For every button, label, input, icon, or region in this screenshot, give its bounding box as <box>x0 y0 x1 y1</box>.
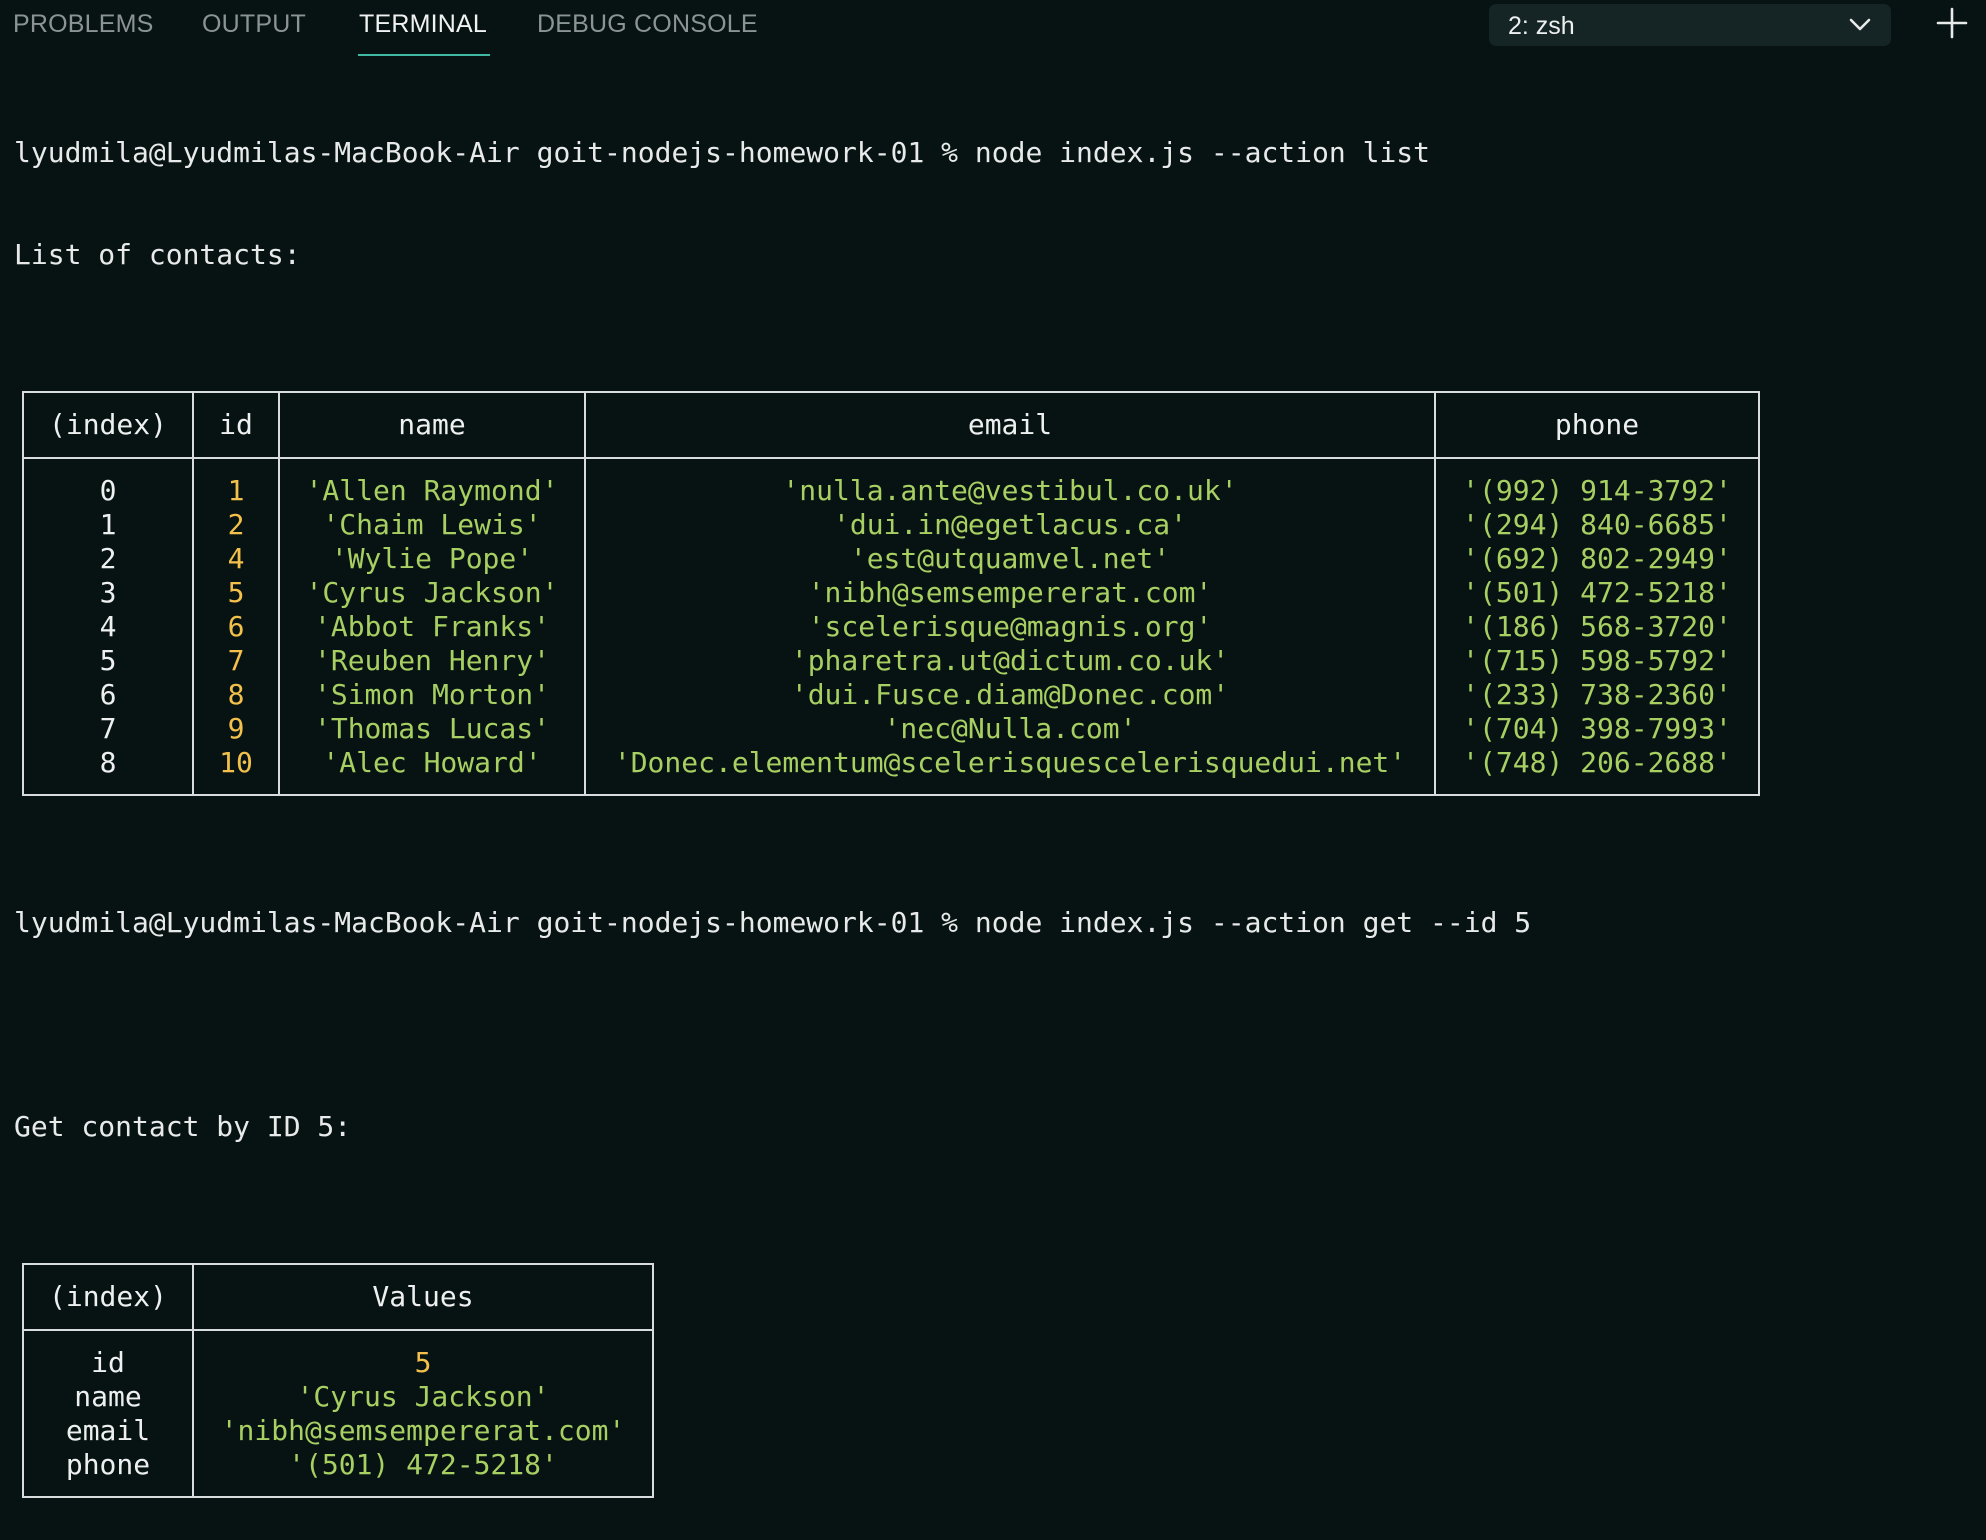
cell-id: 9 <box>192 712 280 746</box>
active-tab-indicator <box>358 54 490 56</box>
new-terminal-plus-icon[interactable] <box>1935 6 1969 40</box>
column-header: Values <box>192 1263 654 1331</box>
cell-phone: '(186) 568-3720' <box>1434 610 1760 644</box>
table-header-row: (index) Values <box>22 1263 654 1331</box>
cell-name: 'Simon Morton' <box>278 678 586 712</box>
column-header: email <box>584 391 1436 459</box>
column-header: phone <box>1434 391 1760 459</box>
table-row: phone '(501) 472-5218' <box>22 1448 654 1498</box>
cell-email: 'Donec.elementum@scelerisquescelerisqued… <box>584 746 1436 796</box>
cell-index: 4 <box>22 610 194 644</box>
terminal-command-get: lyudmila@Lyudmilas-MacBook-Air goit-node… <box>14 906 1532 939</box>
table-row: email 'nibh@semsempererat.com' <box>22 1414 654 1448</box>
cell-index: 0 <box>22 458 194 508</box>
table-row: 3 5 'Cyrus Jackson' 'nibh@semsempererat.… <box>22 576 1760 610</box>
cell-id: 5 <box>192 576 280 610</box>
table-row: 7 9 'Thomas Lucas' 'nec@Nulla.com' '(704… <box>22 712 1760 746</box>
cell-name: 'Wylie Pope' <box>278 542 586 576</box>
cell-name: 'Allen Raymond' <box>278 458 586 508</box>
column-header: id <box>192 391 280 459</box>
table-row: 8 10 'Alec Howard' 'Donec.elementum@scel… <box>22 746 1760 796</box>
cell-name: 'Thomas Lucas' <box>278 712 586 746</box>
table-row: 0 1 'Allen Raymond' 'nulla.ante@vestibul… <box>22 458 1760 508</box>
cell-key: phone <box>22 1448 194 1498</box>
cell-value: 'nibh@semsempererat.com' <box>192 1414 654 1448</box>
cell-name: 'Abbot Franks' <box>278 610 586 644</box>
cell-name: 'Reuben Henry' <box>278 644 586 678</box>
cell-id: 4 <box>192 542 280 576</box>
cell-name: 'Cyrus Jackson' <box>278 576 586 610</box>
contact-detail-table: (index) Values id 5 name 'Cyrus Jackson'… <box>22 1263 654 1498</box>
tab-output[interactable]: OUTPUT <box>202 10 306 39</box>
cell-index: 1 <box>22 508 194 542</box>
cell-email: 'nulla.ante@vestibul.co.uk' <box>584 458 1436 508</box>
cell-key: name <box>22 1380 194 1414</box>
cell-index: 3 <box>22 576 194 610</box>
cell-phone: '(692) 802-2949' <box>1434 542 1760 576</box>
cell-email: 'nec@Nulla.com' <box>584 712 1436 746</box>
column-header: name <box>278 391 586 459</box>
chevron-down-icon <box>1849 18 1871 31</box>
terminal-output-heading: List of contacts: <box>14 238 301 271</box>
cell-name: 'Chaim Lewis' <box>278 508 586 542</box>
table-row: 1 2 'Chaim Lewis' 'dui.in@egetlacus.ca' … <box>22 508 1760 542</box>
cell-name: 'Alec Howard' <box>278 746 586 796</box>
cell-value: 5 <box>192 1330 654 1380</box>
cell-id: 10 <box>192 746 280 796</box>
table-row: 4 6 'Abbot Franks' 'scelerisque@magnis.o… <box>22 610 1760 644</box>
terminal-output[interactable]: lyudmila@Lyudmilas-MacBook-Air goit-node… <box>14 68 1760 1540</box>
panel-tab-bar: PROBLEMS OUTPUT TERMINAL DEBUG CONSOLE 2… <box>0 0 1986 56</box>
column-header: (index) <box>22 391 194 459</box>
table-header-row: (index) id name email phone <box>22 391 1760 459</box>
cell-key: email <box>22 1414 194 1448</box>
cell-phone: '(715) 598-5792' <box>1434 644 1760 678</box>
cell-id: 7 <box>192 644 280 678</box>
tab-problems[interactable]: PROBLEMS <box>13 10 154 39</box>
cell-email: 'est@utquamvel.net' <box>584 542 1436 576</box>
table-row: 2 4 'Wylie Pope' 'est@utquamvel.net' '(6… <box>22 542 1760 576</box>
cell-email: 'dui.in@egetlacus.ca' <box>584 508 1436 542</box>
terminal-command-list: lyudmila@Lyudmilas-MacBook-Air goit-node… <box>14 136 1431 169</box>
contacts-table: (index) id name email phone 0 1 'Allen R… <box>22 391 1760 796</box>
cell-phone: '(501) 472-5218' <box>1434 576 1760 610</box>
tab-debug-console[interactable]: DEBUG CONSOLE <box>537 10 758 39</box>
cell-id: 8 <box>192 678 280 712</box>
table-row: 6 8 'Simon Morton' 'dui.Fusce.diam@Donec… <box>22 678 1760 712</box>
cell-id: 1 <box>192 458 280 508</box>
table-row: name 'Cyrus Jackson' <box>22 1380 654 1414</box>
cell-phone: '(233) 738-2360' <box>1434 678 1760 712</box>
cell-key: id <box>22 1330 194 1380</box>
cell-index: 8 <box>22 746 194 796</box>
cell-id: 2 <box>192 508 280 542</box>
table-row: 5 7 'Reuben Henry' 'pharetra.ut@dictum.c… <box>22 644 1760 678</box>
column-header: (index) <box>22 1263 194 1331</box>
cell-phone: '(294) 840-6685' <box>1434 508 1760 542</box>
cell-index: 7 <box>22 712 194 746</box>
cell-id: 6 <box>192 610 280 644</box>
cell-email: 'scelerisque@magnis.org' <box>584 610 1436 644</box>
cell-index: 2 <box>22 542 194 576</box>
cell-email: 'dui.Fusce.diam@Donec.com' <box>584 678 1436 712</box>
cell-value: '(501) 472-5218' <box>192 1448 654 1498</box>
terminal-output-heading: Get contact by ID 5: <box>14 1110 352 1143</box>
cell-email: 'nibh@semsempererat.com' <box>584 576 1436 610</box>
cell-index: 6 <box>22 678 194 712</box>
cell-phone: '(992) 914-3792' <box>1434 458 1760 508</box>
cell-email: 'pharetra.ut@dictum.co.uk' <box>584 644 1436 678</box>
cell-value: 'Cyrus Jackson' <box>192 1380 654 1414</box>
cell-phone: '(704) 398-7993' <box>1434 712 1760 746</box>
terminal-shell-select[interactable]: 2: zsh <box>1489 4 1891 46</box>
shell-select-value: 2: zsh <box>1508 12 1575 40</box>
tab-terminal[interactable]: TERMINAL <box>359 10 487 39</box>
cell-phone: '(748) 206-2688' <box>1434 746 1760 796</box>
cell-index: 5 <box>22 644 194 678</box>
table-row: id 5 <box>22 1330 654 1380</box>
